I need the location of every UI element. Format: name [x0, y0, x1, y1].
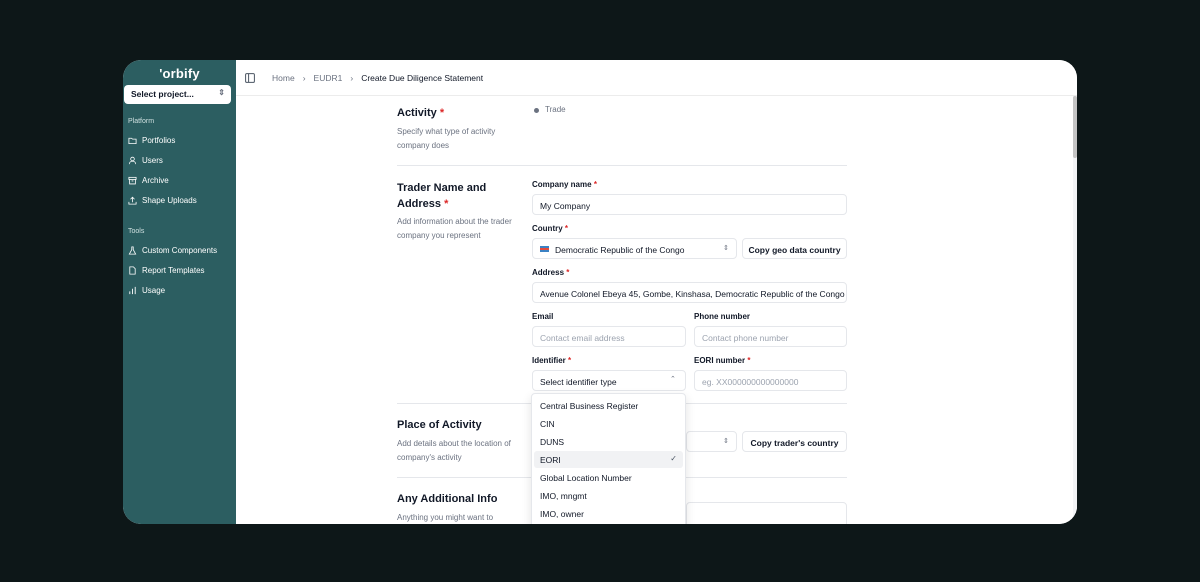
country-label: Country * [532, 224, 568, 233]
dropdown-option[interactable]: IMO, owner [534, 505, 683, 522]
trader-title: Trader Name and Address * [397, 180, 497, 212]
top-bar: Home › EUDR1 › Create Due Diligence Stat… [236, 60, 1077, 96]
country-label-text: Country [532, 224, 563, 233]
breadcrumb-eudr1[interactable]: EUDR1 [314, 73, 343, 83]
sidebar: 'orbify Select project... ⇕ Platform Por… [123, 60, 236, 524]
breadcrumb-current: Create Due Diligence Statement [361, 73, 484, 83]
dropdown-option[interactable]: IMO, mngmt [534, 487, 683, 504]
sidebar-section-platform: Platform [128, 118, 155, 125]
eori-input[interactable]: eg. XX000000000000000 [694, 370, 847, 391]
activity-description: Specify what type of activity company do… [397, 127, 496, 150]
folder-icon [128, 136, 142, 145]
section-divider [397, 165, 847, 166]
place-country-select[interactable] [686, 431, 737, 452]
company-name-label-text: Company name [532, 180, 592, 189]
sidebar-item-label: Custom Components [142, 245, 218, 255]
dropdown-option[interactable]: Global Location Number [534, 469, 683, 486]
additional-info-textarea[interactable] [686, 502, 847, 524]
project-select-label: Select project... [131, 89, 194, 99]
user-icon [128, 156, 142, 165]
scrollbar-thumb[interactable] [1073, 96, 1077, 158]
sidebar-item-portfolios[interactable]: Portfolios [128, 132, 232, 148]
eori-label-text: EORI number [694, 356, 746, 365]
trader-title-text: Trader Name and Address [397, 182, 487, 210]
sidebar-item-label: Archive [142, 175, 169, 185]
sidebar-item-label: Report Templates [142, 265, 205, 275]
sidebar-item-report-templates[interactable]: Report Templates [128, 262, 232, 278]
identifier-label-text: Identifier [532, 356, 566, 365]
flask-icon [128, 245, 142, 255]
identifier-dropdown: Central Business Register CIN DUNS EORI … [531, 393, 686, 524]
country-select[interactable]: Democratic Republic of the Congo [532, 238, 737, 259]
sidebar-item-shape-uploads[interactable]: Shape Uploads [128, 192, 232, 208]
required-marker: * [593, 180, 597, 189]
project-select[interactable]: Select project... ⇕ [124, 85, 231, 104]
sidebar-item-label: Portfolios [142, 135, 176, 145]
trader-description: Add information about the trader company… [397, 217, 512, 240]
dropdown-option-selected[interactable]: EORI ✓ [534, 451, 683, 468]
sidebar-item-usage[interactable]: Usage [128, 282, 232, 298]
phone-input[interactable]: Contact phone number [694, 326, 847, 347]
upload-icon [128, 196, 142, 205]
required-marker: * [566, 268, 570, 277]
activity-title: Activity * [397, 105, 444, 121]
required-marker: * [444, 198, 449, 210]
required-marker: * [747, 356, 751, 365]
company-name-label: Company name * [532, 180, 597, 189]
chart-icon [128, 286, 142, 295]
drc-flag-icon [540, 246, 549, 252]
required-marker: * [568, 356, 572, 365]
company-name-input[interactable]: My Company [532, 194, 847, 215]
dropdown-option[interactable]: DUNS [534, 433, 683, 450]
place-description: Add details about the location of compan… [397, 439, 511, 462]
breadcrumb-home[interactable]: Home [272, 73, 295, 83]
document-icon [128, 265, 142, 275]
email-label: Email [532, 312, 554, 321]
radio-trade[interactable] [534, 108, 539, 113]
country-select-value: Democratic Republic of the Congo [555, 245, 685, 255]
chevron-updown-icon: ⇕ [218, 88, 225, 97]
copy-traders-country-button[interactable]: Copy trader's country [742, 431, 847, 452]
sidebar-section-tools: Tools [128, 228, 145, 235]
identifier-label: Identifier * [532, 356, 571, 365]
orbify-logo[interactable]: 'orbify [123, 66, 236, 81]
sidebar-item-archive[interactable]: Archive [128, 172, 232, 188]
required-marker: * [564, 224, 569, 233]
scrollbar[interactable] [1073, 96, 1077, 524]
phone-label: Phone number [694, 312, 751, 321]
breadcrumb: Home › EUDR1 › Create Due Diligence Stat… [272, 73, 483, 83]
activity-title-text: Activity [397, 107, 437, 119]
archive-icon [128, 176, 142, 185]
additional-description: Anything you might want to [397, 513, 494, 522]
radio-trade-label[interactable]: Trade [545, 103, 566, 117]
identifier-select[interactable]: Select identifier type [532, 370, 686, 391]
app-window: 'orbify Select project... ⇕ Platform Por… [123, 60, 1077, 524]
sidebar-item-custom-components[interactable]: Custom Components [128, 242, 232, 258]
address-label-text: Address [532, 268, 565, 277]
sidebar-item-label: Users [142, 155, 163, 165]
eori-label: EORI number * [694, 356, 750, 365]
sidebar-toggle-icon[interactable] [245, 73, 255, 83]
copy-geo-data-country-button[interactable]: Copy geo data country [742, 238, 847, 259]
chevron-right-icon: › [302, 73, 306, 83]
email-input[interactable]: Contact email address [532, 326, 686, 347]
required-marker: * [439, 107, 445, 119]
sidebar-item-label: Shape Uploads [142, 195, 197, 205]
sidebar-item-users[interactable]: Users [128, 152, 232, 168]
dropdown-option-label: EORI [540, 455, 561, 465]
additional-title: Any Additional Info [397, 493, 498, 505]
chevron-updown-icon: ⇕ [723, 245, 729, 252]
check-icon: ✓ [670, 454, 677, 463]
chevron-updown-icon: ⇕ [723, 438, 729, 445]
chevron-right-icon: › [350, 73, 354, 83]
address-input[interactable]: Avenue Colonel Ebeya 45, Gombe, Kinshasa… [532, 282, 847, 303]
sidebar-item-label: Usage [142, 285, 166, 295]
dropdown-option[interactable]: Central Business Register [534, 397, 683, 414]
address-label: Address * [532, 268, 569, 277]
place-title: Place of Activity [397, 419, 482, 431]
dropdown-option[interactable]: CIN [534, 415, 683, 432]
identifier-select-value: Select identifier type [540, 377, 617, 387]
chevron-up-icon: ⌃ [670, 376, 676, 383]
